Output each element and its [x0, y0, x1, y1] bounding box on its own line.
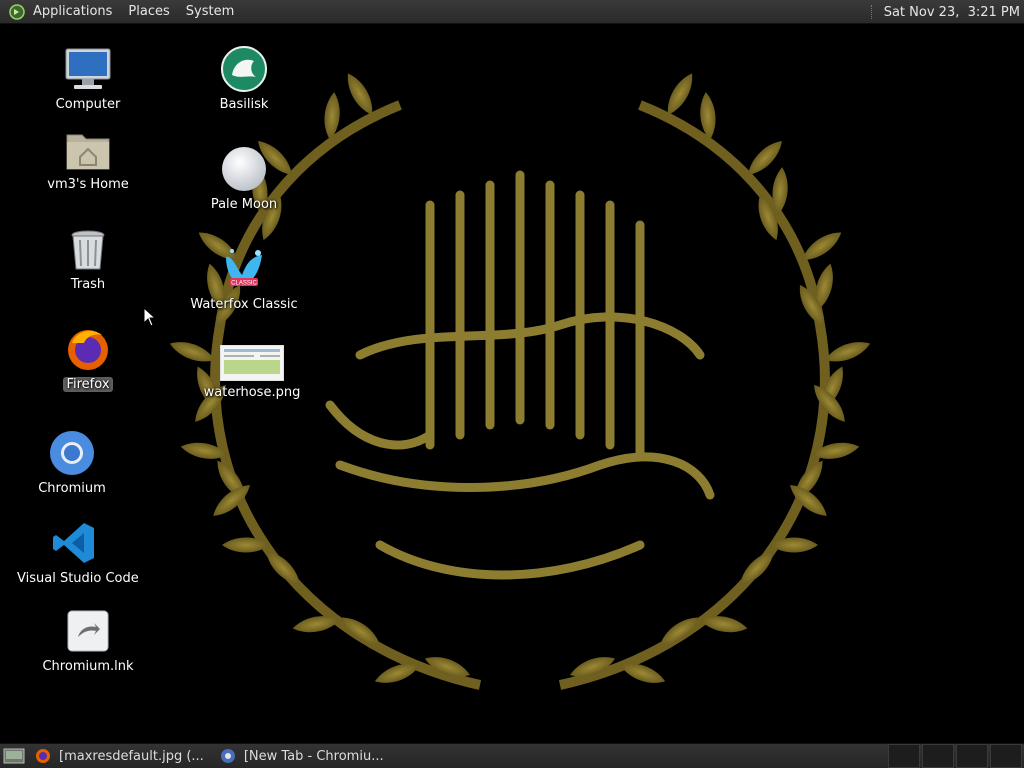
desktop-icon-vscode[interactable]: Visual Studio Code — [14, 519, 139, 586]
chromium-icon — [220, 749, 235, 763]
icon-label: waterhose.png — [203, 385, 301, 400]
basilisk-icon — [221, 46, 267, 92]
firefox-icon — [36, 749, 50, 763]
desktop-icon-computer[interactable]: Computer — [28, 45, 148, 112]
workspace-3[interactable] — [956, 744, 988, 768]
clock[interactable]: Sat Nov 23, 3:21 PM — [884, 5, 1020, 20]
image-thumbnail-icon — [219, 344, 285, 382]
task-title: [maxresdefault.jpg (... — [59, 748, 204, 764]
icon-label: Computer — [55, 97, 121, 112]
task-title: [New Tab - Chromiu... — [243, 748, 384, 764]
firefox-icon — [68, 330, 108, 370]
mate-logo-icon[interactable] — [9, 3, 25, 20]
system-menu[interactable]: System — [178, 0, 242, 24]
icon-label: Trash — [70, 277, 106, 292]
clock-area: Sat Nov 23, 3:21 PM — [870, 0, 1020, 24]
icon-label: Chromium — [38, 481, 106, 496]
computer-icon — [65, 48, 111, 89]
desktop-icon-palemoon[interactable]: Pale Moon — [184, 145, 304, 212]
home-folder-icon — [66, 134, 110, 170]
desktop-icon-waterfox[interactable]: CLASSIC Waterfox Classic — [184, 245, 304, 312]
chromium-icon — [50, 431, 94, 475]
waterfox-badge-text: CLASSIC — [231, 281, 257, 287]
icon-label: vm3's Home — [47, 177, 129, 192]
mouse-cursor-icon — [143, 307, 157, 327]
top-panel: Applications Places System Sat Nov 23, 3… — [0, 0, 1024, 24]
icon-label: Pale Moon — [210, 197, 278, 212]
waterfox-icon: CLASSIC — [226, 249, 262, 287]
desktop-icon-chromium[interactable]: Chromium — [12, 429, 132, 496]
show-desktop-icon[interactable] — [3, 747, 25, 765]
taskbar-item-image-viewer[interactable]: [maxresdefault.jpg (... — [29, 745, 210, 768]
icon-label: Waterfox Classic — [190, 297, 298, 312]
desktop-icon-trash[interactable]: Trash — [28, 225, 148, 292]
wallpaper-image — [167, 69, 873, 690]
workspace-1[interactable] — [888, 744, 920, 768]
desktop[interactable]: Computer vm3's Home Trash Firefox Chromi… — [0, 25, 1024, 743]
desktop-icon-home[interactable]: vm3's Home — [28, 125, 148, 192]
shortcut-file-icon — [67, 610, 109, 652]
desktop-icon-basilisk[interactable]: Basilisk — [184, 45, 304, 112]
places-menu[interactable]: Places — [120, 0, 177, 24]
trash-icon — [71, 230, 105, 270]
vscode-icon — [53, 523, 94, 563]
desktop-icon-waterhose[interactable]: waterhose.png — [192, 344, 312, 400]
applications-menu[interactable]: Applications — [25, 0, 120, 24]
pale-moon-icon — [222, 147, 266, 191]
icon-label: Chromium.lnk — [42, 659, 134, 674]
taskbar-item-chromium[interactable]: [New Tab - Chromiu... — [214, 745, 390, 768]
icon-label: Firefox — [63, 377, 113, 392]
workspace-4[interactable] — [990, 744, 1022, 768]
desktop-icon-chromium-lnk[interactable]: Chromium.lnk — [28, 607, 148, 674]
icon-label: Visual Studio Code — [17, 571, 139, 586]
bottom-panel: [maxresdefault.jpg (... [New Tab - Chrom… — [0, 743, 1024, 768]
panel-separator — [870, 5, 874, 19]
desktop-icon-firefox[interactable]: Firefox — [28, 325, 148, 392]
icon-label: Basilisk — [219, 97, 269, 112]
workspace-2[interactable] — [922, 744, 954, 768]
